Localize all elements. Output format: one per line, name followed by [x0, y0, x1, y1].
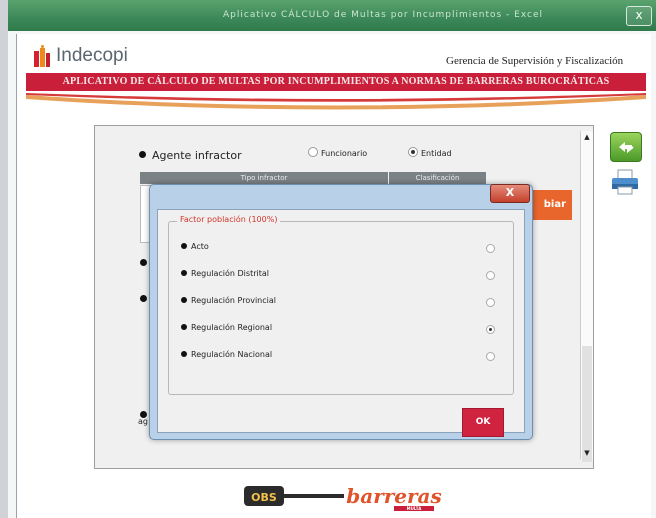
printer-icon: [612, 169, 638, 195]
option-acto-label: Acto: [181, 242, 209, 251]
scroll-down-icon[interactable]: ▼: [582, 447, 592, 459]
dialog-title-bar[interactable]: [154, 187, 494, 201]
bullet-icon: [181, 243, 187, 249]
bullet-icon: [181, 297, 187, 303]
option-distrital-radio[interactable]: [486, 271, 495, 280]
print-button[interactable]: [610, 168, 640, 196]
app-banner: APLICATIVO DE CÁLCULO DE MULTAS POR INCU…: [26, 73, 646, 91]
logo-sub-text: MULTA: [407, 506, 423, 511]
col-tipo-infractor: Tipo infractor: [140, 172, 388, 184]
refresh-button[interactable]: [610, 132, 642, 162]
scroll-up-icon[interactable]: ▲: [582, 131, 592, 143]
ok-button[interactable]: OK: [462, 408, 504, 437]
window-left-edge: [0, 0, 8, 518]
panel-scrollbar[interactable]: ▲ ▼: [580, 131, 593, 462]
department-title: Gerencia de Supervisión y Fiscalización: [446, 55, 624, 67]
dialog-body: Factor población (100%) Acto Regulación …: [157, 209, 525, 437]
factor-poblacion-group: Factor población (100%) Acto Regulación …: [168, 215, 514, 395]
bullet-icon: [140, 259, 147, 266]
bullet-icon: [140, 295, 147, 302]
dialog-close-button[interactable]: X: [490, 184, 530, 203]
window-title-bar[interactable]: Aplicativo CÁLCULO de Multas por Incumpl…: [8, 0, 656, 31]
bullet-icon: [181, 351, 187, 357]
factor-poblacion-dialog: X Factor población (100%) Acto Regulació…: [149, 184, 533, 440]
radio-funcionario-indicator[interactable]: [308, 147, 318, 157]
option-provincial-radio[interactable]: [486, 298, 495, 307]
option-regional-radio[interactable]: [486, 325, 495, 334]
banner-swoosh: [26, 93, 646, 110]
option-nacional-radio[interactable]: [486, 352, 495, 361]
bullet-icon: [181, 270, 187, 276]
scroll-thumb[interactable]: [582, 346, 592, 462]
logo-text: Indecopi: [56, 45, 128, 66]
window-close-button[interactable]: x: [626, 6, 652, 26]
option-provincial-label: Regulación Provincial: [181, 296, 276, 305]
radio-entidad-indicator[interactable]: [408, 147, 418, 157]
logo-right-text: barreras: [346, 484, 442, 508]
obscured-row-label: ag: [138, 417, 148, 426]
group-title: Factor población (100%): [177, 215, 281, 224]
radio-funcionario[interactable]: Funcionario: [308, 147, 367, 158]
bullet-icon: [139, 151, 146, 158]
indecopi-logo-mark-icon: [34, 45, 50, 67]
radio-entidad[interactable]: Entidad: [408, 147, 452, 158]
option-regional-label: Regulación Regional: [181, 323, 272, 332]
logo-left-text: OBS: [251, 491, 277, 504]
agente-infractor-label: Agente infractor: [139, 149, 242, 162]
option-nacional-label: Regulación Nacional: [181, 350, 272, 359]
refresh-icon: [619, 142, 634, 154]
bullet-icon: [181, 324, 187, 330]
option-distrital-label: Regulación Distrital: [181, 269, 269, 278]
footer-barreras-logo: OBS barreras MULTA: [244, 482, 454, 512]
col-clasificacion: Clasificación: [389, 172, 486, 184]
option-acto-radio[interactable]: [486, 244, 495, 253]
barreras-logo-icon: OBS barreras MULTA: [244, 484, 442, 511]
window-title: Aplicativo CÁLCULO de Multas por Incumpl…: [223, 10, 544, 20]
